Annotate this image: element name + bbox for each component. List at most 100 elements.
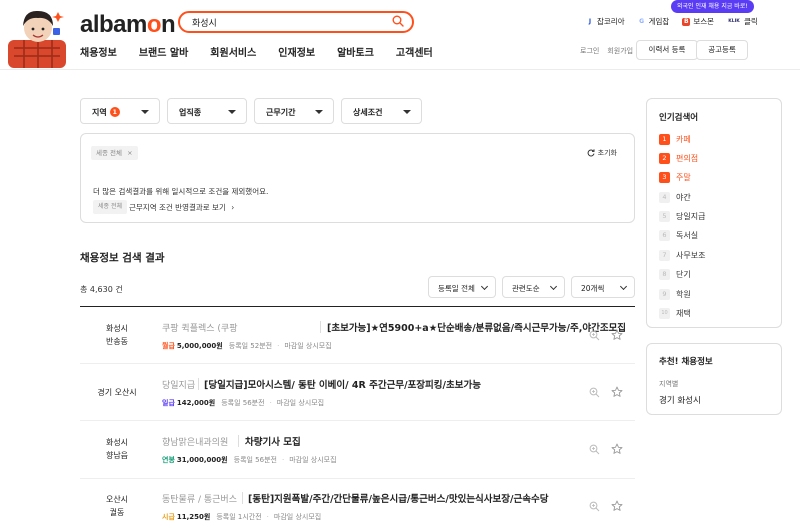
chevron-down-icon bbox=[549, 282, 558, 291]
recommended-jobs-panel: 추천! 채용정보 지역별 경기 화성시 bbox=[646, 343, 782, 415]
popular-keywords-panel: 인기검색어 1 카페 2 편의점 3 주말 4 야간 5 당일지급 6 독서실 7 사무보조 … bbox=[646, 98, 782, 328]
region-select[interactable]: 지역 1 bbox=[80, 98, 160, 124]
job-title[interactable]: [동탄]지원폭발/주간/간단물류/높은시급/통근버스/맛있는식사보장/근속수당 bbox=[248, 491, 548, 505]
preview-zoom-icon[interactable] bbox=[589, 387, 600, 398]
mascot-image bbox=[8, 10, 66, 68]
popular-keyword-item[interactable]: 5 당일지급 bbox=[659, 211, 705, 222]
job-location: 화성시 향남읍 bbox=[105, 438, 129, 460]
nav-brand[interactable]: 브랜드 알바 bbox=[139, 44, 188, 59]
foreign-talent-promo-badge[interactable]: 외국인 인재 채용 지금 바로! bbox=[671, 0, 754, 13]
job-row[interactable]: 화성시 향남읍 향남맑은내과의원 차량기사 모집 연봉 31,000,000원 등록일… bbox=[80, 421, 635, 479]
caret-down-icon bbox=[315, 110, 323, 114]
job-meta: 연봉 31,000,000원 등록일 56분전 · 마감일 상시모집 bbox=[162, 456, 337, 464]
popular-keyword-item[interactable]: 1 카페 bbox=[659, 134, 691, 145]
bossmon-icon: B bbox=[682, 17, 691, 26]
page-size-select[interactable]: 20개씩 bbox=[571, 276, 635, 298]
bossmon-link[interactable]: B 보스몬 bbox=[682, 16, 714, 27]
popular-keyword-item[interactable]: 4 야간 bbox=[659, 192, 691, 203]
detail-condition-select[interactable]: 상세조건 bbox=[341, 98, 422, 124]
job-meta: 일급 142,000원 등록일 56분전 · 마감일 상시모집 bbox=[162, 399, 325, 407]
jobkorea-link[interactable]: J 잡코리아 bbox=[586, 16, 625, 27]
job-location: 경기 오산시 bbox=[97, 388, 137, 397]
nav-member-service[interactable]: 회원서비스 bbox=[210, 44, 256, 59]
favorite-star-icon[interactable] bbox=[611, 443, 623, 455]
job-title[interactable]: 차량기사 모집 bbox=[245, 434, 301, 448]
job-title[interactable]: [당일지급]모아시스템/ 동탄 이베이/ 4R 주간근무/포장피킹/초보가능 bbox=[204, 377, 481, 391]
popular-keywords-title: 인기검색어 bbox=[659, 113, 699, 123]
job-row[interactable]: 화성시 반송동 쿠팡 퀵플렉스 (쿠팡 [초보가능]★연5900+a★단순배송/분… bbox=[80, 307, 635, 364]
refresh-icon bbox=[587, 149, 595, 157]
close-icon[interactable]: × bbox=[127, 149, 132, 157]
category-select[interactable]: 업직종 bbox=[167, 98, 247, 124]
preview-zoom-icon[interactable] bbox=[589, 501, 600, 512]
popular-keyword-item[interactable]: 3 주말 bbox=[659, 172, 691, 183]
popular-keyword-item[interactable]: 8 단기 bbox=[659, 269, 691, 280]
search-box bbox=[178, 11, 414, 33]
caret-down-icon bbox=[228, 110, 236, 114]
jobkorea-icon: J bbox=[588, 17, 592, 25]
nav-talent[interactable]: 인재정보 bbox=[278, 44, 315, 59]
region-tag: 세종 전체 bbox=[93, 200, 127, 214]
main-nav: 채용정보 브랜드 알바 회원서비스 인재정보 알바토크 고객센터 bbox=[80, 44, 433, 59]
results-title: 채용정보 검색 결과 bbox=[80, 252, 165, 264]
popular-keyword-item[interactable]: 9 학원 bbox=[659, 289, 691, 300]
chevron-down-icon bbox=[619, 282, 628, 291]
job-location: 화성시 반송동 bbox=[105, 324, 129, 346]
family-site-links: J 잡코리아 G 게임잡 B 보스몬 KLIK 클릭 bbox=[586, 16, 758, 27]
job-row[interactable]: 오산시 궐동 동탄물류 / 통근버스 [동탄]지원폭발/주간/간단물류/높은시급/… bbox=[80, 479, 635, 532]
preview-zoom-icon[interactable] bbox=[589, 330, 600, 341]
preview-zoom-icon[interactable] bbox=[589, 444, 600, 455]
popular-keyword-item[interactable]: 10 재택 bbox=[659, 308, 691, 319]
klik-link[interactable]: KLIK 클릭 bbox=[727, 16, 758, 27]
sort-order-select[interactable]: 관련도순 bbox=[502, 276, 565, 298]
applied-filter-box: 세종 전체 × 초기화 더 많은 검색결과를 위해 일시적으로 조건을 제외했어… bbox=[80, 133, 635, 223]
favorite-star-icon[interactable] bbox=[611, 329, 623, 341]
region-count-badge: 1 bbox=[109, 107, 120, 117]
recommended-region-link[interactable]: 경기 화성시 bbox=[659, 394, 701, 406]
klik-icon: KLIK bbox=[728, 18, 740, 24]
chevron-right-icon: › bbox=[231, 203, 235, 212]
gamejob-icon: G bbox=[639, 17, 645, 25]
post-job-button[interactable]: 공고등록 bbox=[696, 40, 748, 60]
period-select[interactable]: 근무기간 bbox=[254, 98, 334, 124]
signup-link[interactable]: 회원가입 bbox=[607, 46, 633, 56]
applied-region-chip[interactable]: 세종 전체 × bbox=[91, 146, 138, 160]
company-name[interactable]: 동탄물류 / 통근버스 bbox=[162, 492, 237, 505]
job-row[interactable]: 경기 오산시 당일지급 [당일지급]모아시스템/ 동탄 이베이/ 4R 주간근무… bbox=[80, 364, 635, 421]
separator bbox=[242, 492, 243, 504]
separator bbox=[198, 378, 199, 390]
albamon-logo[interactable]: albamon bbox=[80, 11, 176, 39]
login-link[interactable]: 로그인 bbox=[580, 46, 599, 56]
job-location: 오산시 궐동 bbox=[105, 495, 129, 517]
company-name[interactable]: 당일지급 bbox=[162, 378, 195, 391]
nav-customer-center[interactable]: 고객센터 bbox=[396, 44, 433, 59]
search-input[interactable] bbox=[192, 15, 382, 29]
favorite-star-icon[interactable] bbox=[611, 500, 623, 512]
nav-talk[interactable]: 알바토크 bbox=[337, 44, 374, 59]
company-name[interactable]: 향남맑은내과의원 bbox=[162, 435, 228, 448]
date-filter-select[interactable]: 등록일 전체 bbox=[428, 276, 496, 298]
popular-keyword-item[interactable]: 6 독서실 bbox=[659, 230, 698, 241]
apply-region-result-link[interactable]: 근무지역 조건 반영결과로 보기 › bbox=[129, 202, 234, 213]
job-title[interactable]: [초보가능]★연5900+a★단순배송/분류없음/즉시근무가능/주,야간조모집 bbox=[327, 320, 626, 334]
nav-jobs[interactable]: 채용정보 bbox=[80, 44, 117, 59]
gamejob-link[interactable]: G 게임잡 bbox=[638, 16, 669, 27]
search-icon[interactable] bbox=[392, 15, 404, 27]
job-meta: 시급 11,250원 등록일 1시간전 · 마감일 상시모집 bbox=[162, 513, 322, 521]
recommended-jobs-title: 추천! 채용정보 bbox=[659, 357, 713, 367]
job-meta: 월급 5,000,000원 등록일 52분전 · 마감일 상시모집 bbox=[162, 342, 332, 350]
results-total-count: 총 4,630 건 bbox=[80, 285, 123, 294]
recommended-by-region-label: 지역별 bbox=[659, 380, 679, 388]
separator bbox=[238, 435, 239, 447]
company-name[interactable]: 쿠팡 퀵플렉스 (쿠팡 bbox=[162, 321, 237, 334]
chevron-down-icon bbox=[480, 282, 489, 291]
caret-down-icon bbox=[141, 110, 149, 114]
reset-button[interactable]: 초기화 bbox=[587, 148, 617, 158]
resume-register-button[interactable]: 이력서 등록 bbox=[636, 40, 698, 60]
popular-keyword-item[interactable]: 7 사무보조 bbox=[659, 250, 705, 261]
util-links: 로그인 회원가입 bbox=[580, 46, 633, 56]
popular-keyword-item[interactable]: 2 편의점 bbox=[659, 153, 698, 164]
favorite-star-icon[interactable] bbox=[611, 386, 623, 398]
excluded-condition-notice: 더 많은 검색결과를 위해 일시적으로 조건을 제외했어요. bbox=[93, 187, 269, 196]
site-header: albamon 외국인 인재 채용 지금 바로! J잡코리아 G게임잡 B보스몬… bbox=[0, 0, 800, 70]
